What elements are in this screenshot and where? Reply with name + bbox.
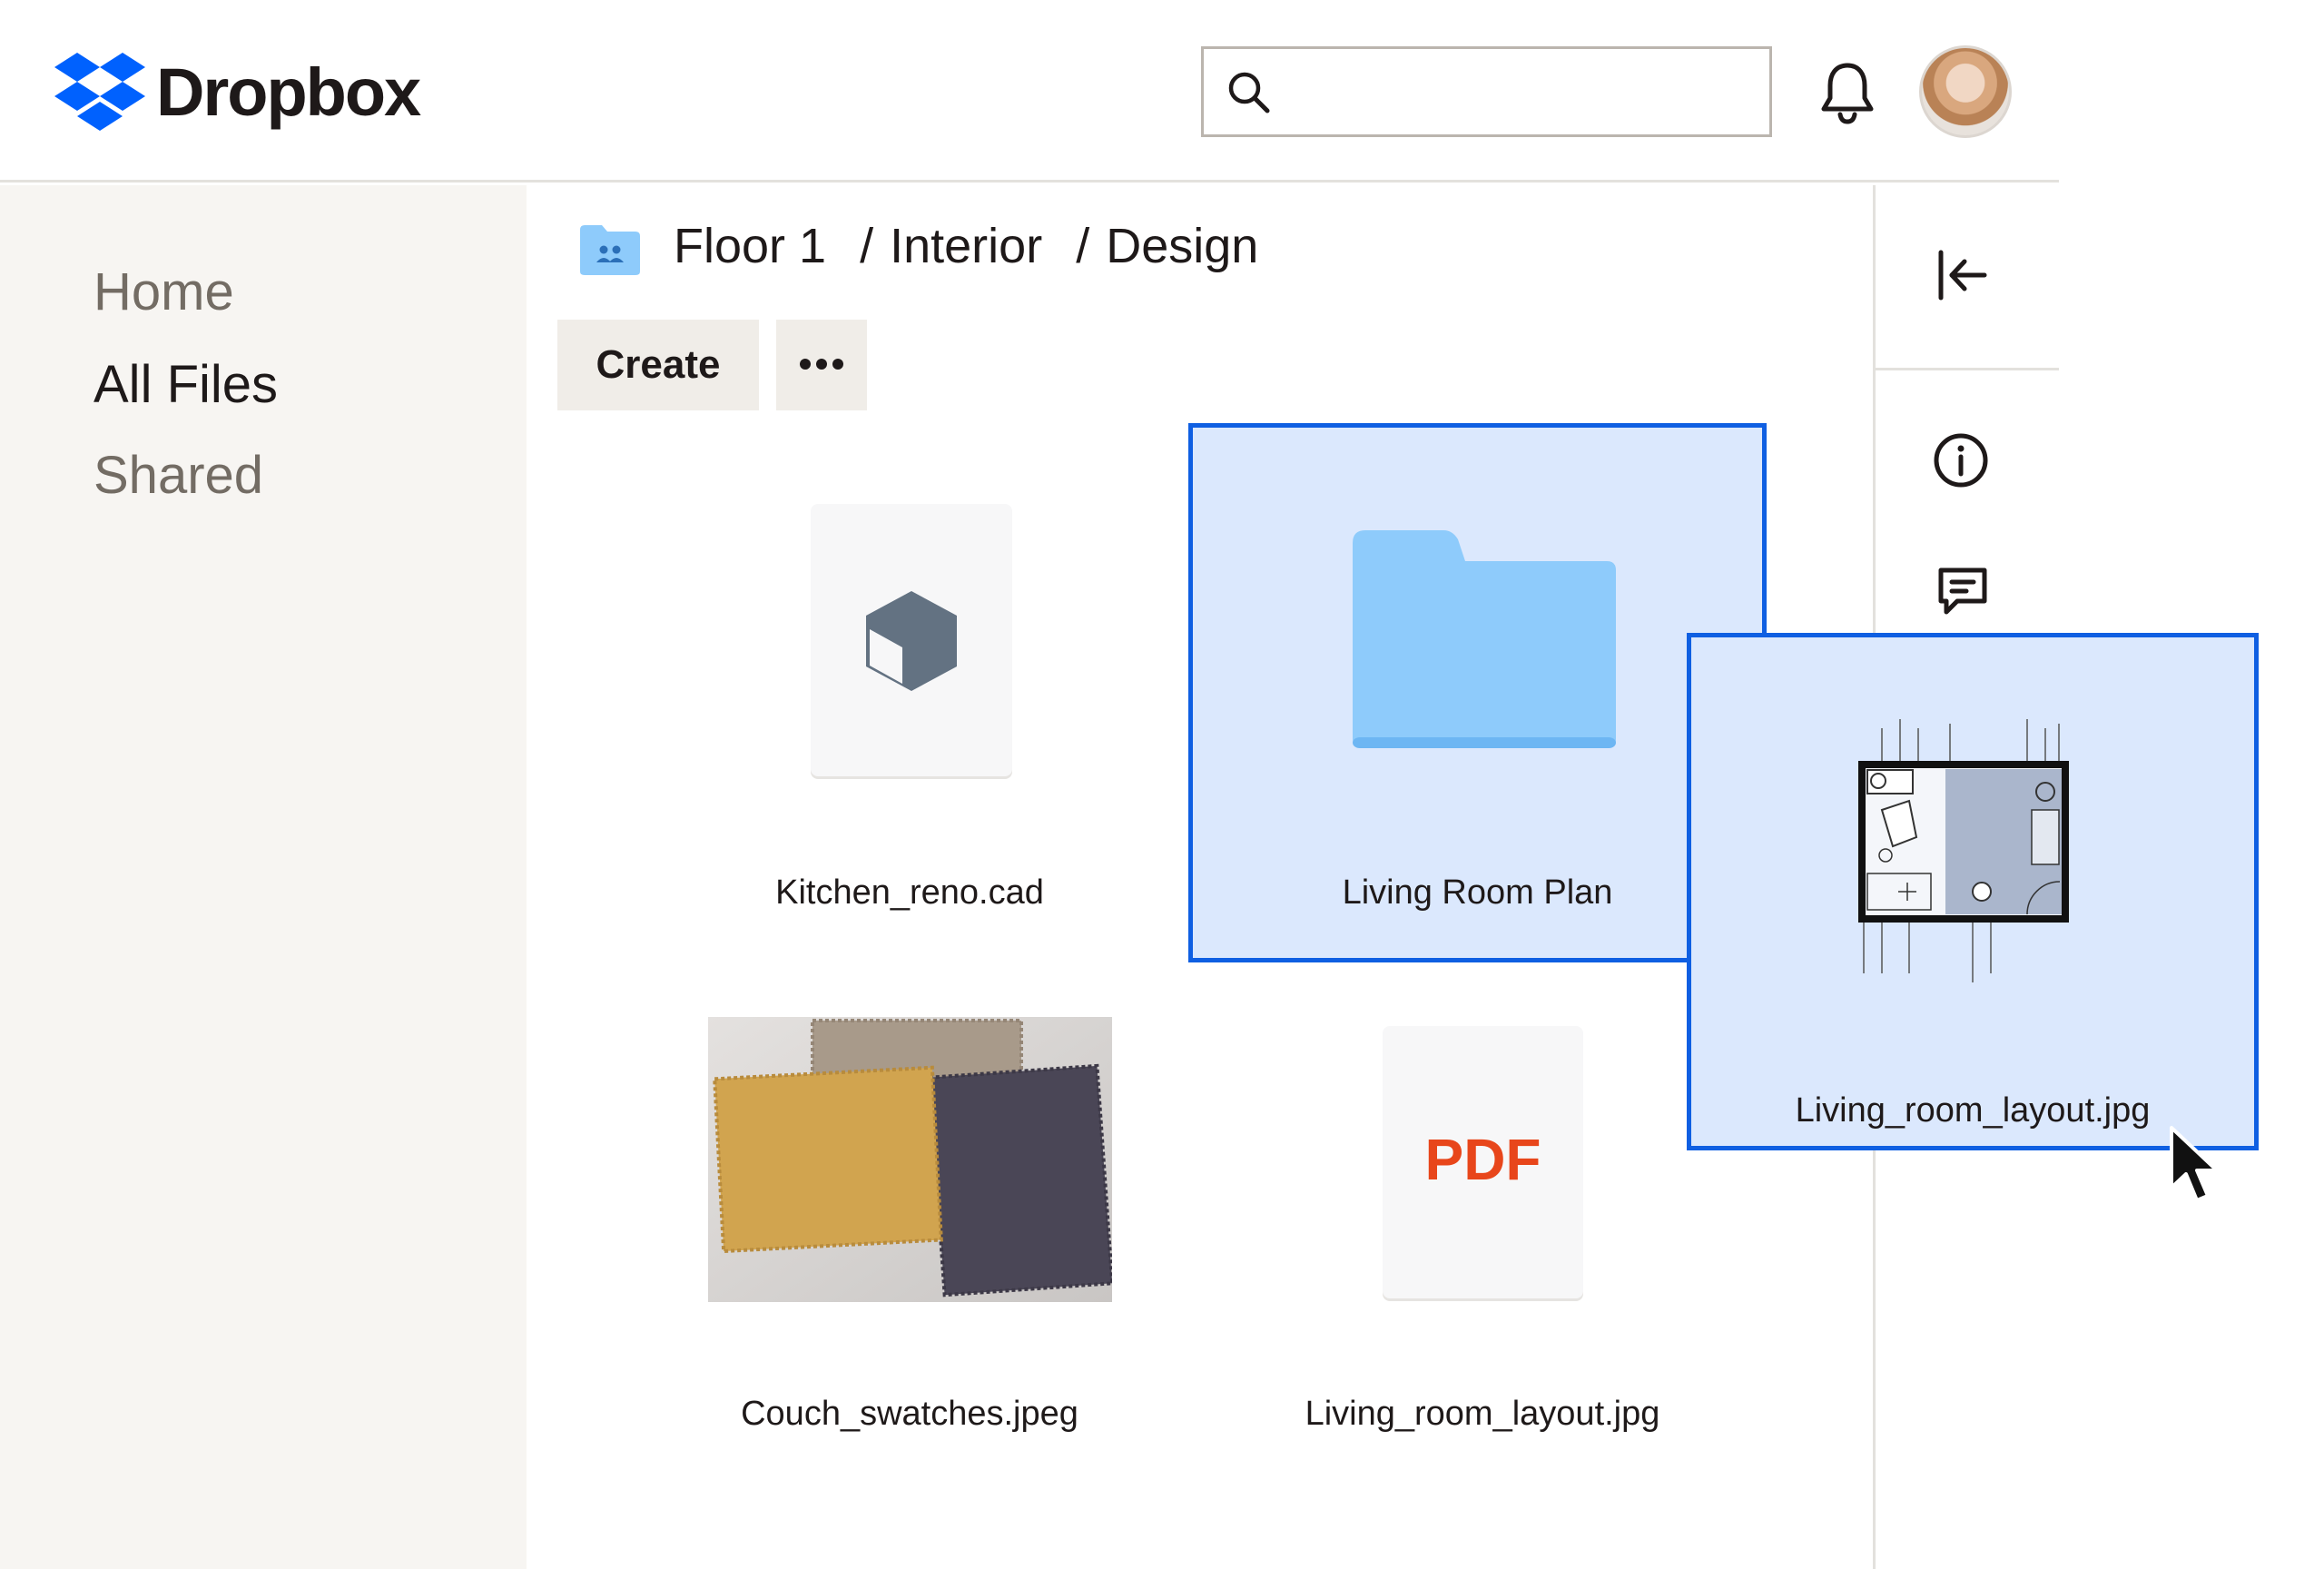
breadcrumb-separator: / (1076, 219, 1090, 273)
create-button[interactable]: Create (557, 320, 759, 410)
cad-box-icon (866, 591, 957, 691)
breadcrumb-item[interactable]: Floor 1 (674, 219, 826, 273)
sidebar: Home All Files Shared (0, 185, 527, 1569)
file-thumbnail-pdf[interactable]: PDF (1383, 1026, 1583, 1298)
floor-plan-thumbnail (1858, 719, 2069, 982)
breadcrumb-item: Design (1106, 219, 1259, 273)
comment-icon[interactable] (1934, 565, 1992, 619)
breadcrumb-separator: / (860, 219, 874, 273)
mouse-pointer-icon (2170, 1126, 2219, 1202)
sidebar-item-shared[interactable]: Shared (94, 445, 263, 506)
search-box[interactable] (1201, 46, 1772, 137)
breadcrumb-item[interactable]: Interior (890, 219, 1042, 273)
bell-icon[interactable] (1818, 60, 1876, 125)
dragged-file-tile[interactable]: Living_room_layout.jpg (1687, 633, 2259, 1150)
rail-separator (1876, 368, 2059, 370)
dropbox-logo-icon (54, 53, 145, 131)
search-icon (1228, 72, 1270, 113)
collapse-panel-icon[interactable] (1934, 247, 1990, 303)
folder-name[interactable]: Living Room Plan (1198, 873, 1757, 913)
top-header: Dropbox (0, 0, 2059, 183)
file-name[interactable]: Kitchen_reno.cad (683, 873, 1137, 913)
search-input[interactable] (1285, 62, 1758, 122)
fabric-swatches-image (708, 1017, 1112, 1302)
pdf-badge: PDF (1424, 1127, 1541, 1192)
more-options-button[interactable] (776, 320, 867, 410)
logo-text: Dropbox (156, 54, 421, 130)
folder-icon (1353, 530, 1616, 748)
image-thumbnail-swatches[interactable] (708, 1017, 1112, 1302)
more-horizontal-icon (800, 358, 811, 370)
breadcrumb: Floor 1 / Interior / Design (674, 218, 1258, 274)
shared-folder-icon (580, 225, 640, 275)
avatar[interactable] (1919, 45, 2012, 138)
sidebar-item-all-files[interactable]: All Files (94, 354, 278, 415)
dropbox-logo[interactable]: Dropbox (54, 53, 421, 131)
info-icon[interactable] (1932, 431, 1990, 489)
sidebar-item-home[interactable]: Home (94, 262, 234, 322)
file-name[interactable]: Couch_swatches.jpeg (683, 1395, 1137, 1434)
file-name[interactable]: Living_room_layout.jpg (1256, 1395, 1709, 1434)
file-thumbnail-cad[interactable] (811, 504, 1012, 776)
more-dot (816, 358, 827, 370)
more-dot (832, 358, 843, 370)
